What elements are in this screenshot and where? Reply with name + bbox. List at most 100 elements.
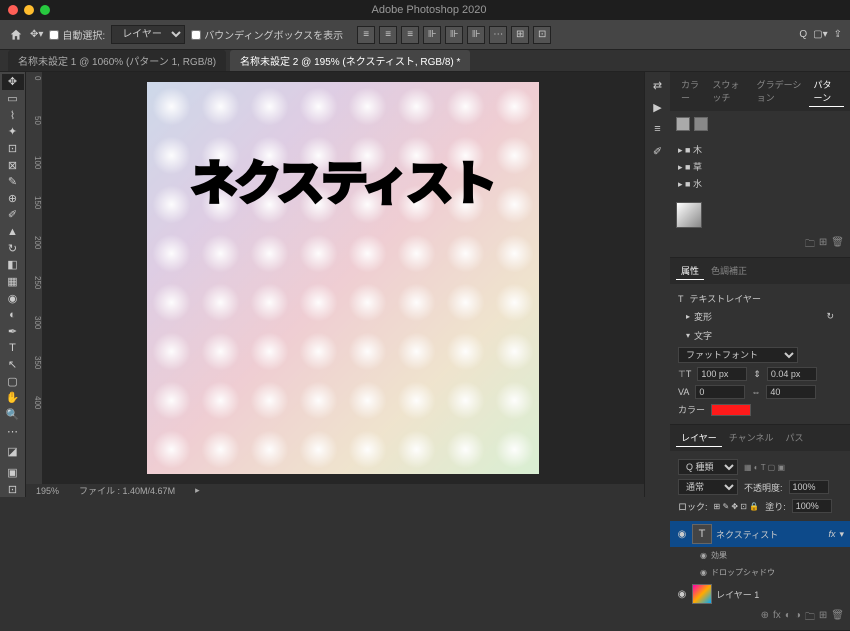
blur-tool[interactable]: ◉ [2, 290, 24, 306]
eraser-tool[interactable]: ◧ [2, 257, 24, 273]
layer-effect[interactable]: ◉ドロップシャドウ [670, 564, 850, 581]
minimize-icon[interactable] [24, 5, 34, 15]
layer-row[interactable]: ◉ T ネクスティスト fx ▾ [670, 521, 850, 547]
blend-mode[interactable]: 通常 [678, 479, 738, 495]
window-controls [0, 5, 58, 15]
new-icon[interactable]: ⊞ [819, 237, 827, 254]
maximize-icon[interactable] [40, 5, 50, 15]
wand-tool[interactable]: ✦ [2, 124, 24, 140]
tab-swatch[interactable]: スウォッチ [707, 76, 749, 107]
opacity-input[interactable] [789, 480, 829, 494]
tab-gradient[interactable]: グラデーション [752, 76, 807, 107]
actions-icon[interactable]: ≡ [649, 120, 667, 138]
adjust-icon[interactable]: ◑ [795, 610, 801, 627]
tab-layers[interactable]: レイヤー [676, 429, 722, 447]
lasso-tool[interactable]: ⌇ [2, 107, 24, 123]
align-icon[interactable]: ⊞ [511, 26, 529, 44]
toolbar: ✥ ▭ ⌇ ✦ ⊡ ⊠ ✎ ⊕ ✐ ▲ ↻ ◧ ▦ ◉ ◐ ✒ T ↖ ▢ ✋ … [0, 72, 26, 497]
folder-item[interactable]: ▸ ■ 草 [678, 158, 842, 175]
link-icon[interactable]: ⊕ [761, 610, 769, 627]
align-icon[interactable]: ≡ [401, 26, 419, 44]
brush-tool[interactable]: ✐ [2, 207, 24, 223]
leading-input[interactable] [767, 367, 817, 381]
font-size-input[interactable] [697, 367, 747, 381]
heal-tool[interactable]: ⊕ [2, 190, 24, 206]
option-bar: ✥▾ 自動選択: レイヤー バウンディングボックスを表示 ≡ ≡ ≡ ⊪ ⊪ ⊪… [0, 20, 850, 50]
folder-item[interactable]: ▸ ■ 水 [678, 175, 842, 192]
path-tool[interactable]: ↖ [2, 357, 24, 373]
bbox-checkbox[interactable]: バウンディングボックスを表示 [191, 27, 343, 42]
workspace-icon[interactable]: ▢▾ [813, 29, 827, 40]
home-icon[interactable] [8, 27, 24, 43]
pen-tool[interactable]: ✒ [2, 324, 24, 340]
align-icon[interactable]: ⊪ [423, 26, 441, 44]
zoom-tool[interactable]: 🔍 [2, 407, 24, 423]
collapsed-panels: ⇄ ▶ ≡ ✐ [644, 72, 670, 497]
trash-icon[interactable]: 🗑 [831, 610, 844, 627]
mask-icon[interactable]: ◐ [785, 610, 791, 627]
marquee-tool[interactable]: ▭ [2, 91, 24, 107]
history-icon[interactable]: ▶ [649, 98, 667, 116]
hand-tool[interactable]: ✋ [2, 390, 24, 406]
document-tab[interactable]: 名称未設定 1 @ 1060% (パターン 1, RGB/8) [8, 50, 226, 71]
gradient-tool[interactable]: ▦ [2, 274, 24, 290]
tab-adjustments[interactable]: 色調補正 [706, 262, 752, 280]
brush-icon[interactable]: ✐ [649, 142, 667, 160]
va-icon: VA [678, 387, 689, 397]
folder-item[interactable]: ▸ ■ 木 [678, 141, 842, 158]
eyedropper-tool[interactable]: ✎ [2, 174, 24, 190]
align-icon[interactable]: ⊡ [533, 26, 551, 44]
libraries-icon[interactable]: ⇄ [649, 76, 667, 94]
share-icon[interactable]: ⇪ [834, 29, 842, 40]
color-swap[interactable]: ◪ [2, 440, 24, 463]
align-icon[interactable]: ⊪ [445, 26, 463, 44]
tab-paths[interactable]: パス [780, 429, 808, 447]
folder-icon[interactable]: 🗀 [805, 237, 815, 254]
close-icon[interactable] [8, 5, 18, 15]
font-family-dropdown[interactable]: ファットフォント [678, 347, 798, 363]
group-icon[interactable]: 🗀 [805, 610, 815, 627]
dodge-tool[interactable]: ◐ [2, 307, 24, 323]
color-swatch[interactable] [711, 404, 751, 416]
type-tool[interactable]: T [2, 340, 24, 356]
align-icon[interactable]: ≡ [379, 26, 397, 44]
edit-toolbar[interactable]: ⋯ [2, 423, 24, 439]
tracking-input[interactable] [766, 385, 816, 399]
shape-tool[interactable]: ▢ [2, 374, 24, 390]
trash-icon[interactable]: 🗑 [831, 237, 844, 254]
fill-input[interactable] [792, 499, 832, 513]
align-icon[interactable]: ⊪ [467, 26, 485, 44]
eye-icon[interactable]: ◉ [676, 588, 688, 600]
align-icon[interactable]: ≡ [357, 26, 375, 44]
layer-thumb: T [692, 524, 712, 544]
move-tool[interactable]: ✥ [2, 74, 24, 90]
tab-pattern[interactable]: パターン [809, 76, 844, 107]
pattern-swatch[interactable] [676, 117, 690, 131]
tab-channels[interactable]: チャンネル [724, 429, 779, 447]
tab-color[interactable]: カラー [676, 76, 705, 107]
align-icon[interactable]: ⋯ [489, 26, 507, 44]
search-icon[interactable]: Q [799, 29, 807, 40]
eye-icon[interactable]: ◉ [676, 528, 688, 540]
auto-select-checkbox[interactable]: 自動選択: [49, 27, 105, 42]
screen-mode[interactable]: ⊡ [2, 481, 24, 497]
layer-row[interactable]: ◉ レイヤー 1 [670, 581, 850, 607]
frame-tool[interactable]: ⊠ [2, 157, 24, 173]
new-layer-icon[interactable]: ⊞ [819, 610, 827, 627]
gradient-preview[interactable] [676, 202, 702, 228]
font-size-icon: ⊤T [678, 369, 691, 380]
document-tab[interactable]: 名称未設定 2 @ 195% (ネクスティスト, RGB/8) * [230, 50, 470, 71]
history-brush-tool[interactable]: ↻ [2, 240, 24, 256]
quick-mask[interactable]: ▣ [2, 465, 24, 481]
tab-properties[interactable]: 属性 [676, 262, 704, 280]
zoom-level[interactable]: 195% [36, 486, 59, 496]
auto-select-dropdown[interactable]: レイヤー [111, 25, 185, 44]
fx-icon[interactable]: fx [773, 610, 781, 627]
crop-tool[interactable]: ⊡ [2, 141, 24, 157]
pattern-swatch[interactable] [694, 117, 708, 131]
va-input[interactable] [695, 385, 745, 399]
stamp-tool[interactable]: ▲ [2, 224, 24, 240]
layer-effect[interactable]: ◉効果 [670, 547, 850, 564]
layer-kind-filter[interactable]: Q 種類 [678, 459, 738, 475]
artboard-viewport[interactable]: ネクスティスト [42, 72, 644, 484]
